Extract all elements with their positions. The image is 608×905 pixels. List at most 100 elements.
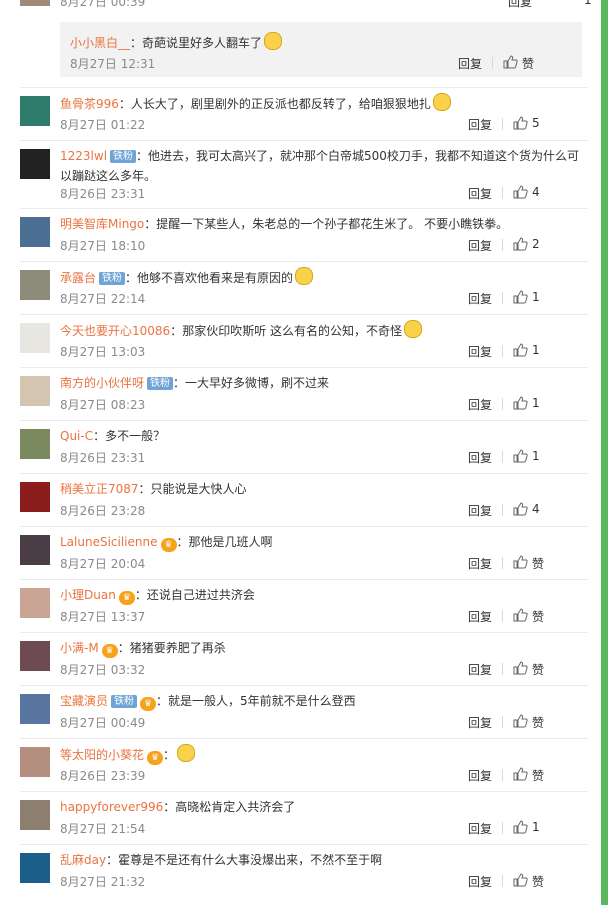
avatar[interactable] — [20, 588, 50, 618]
avatar[interactable] — [20, 747, 50, 777]
reply-button[interactable]: 回复 — [468, 343, 492, 360]
comment-username[interactable]: 承露台 — [60, 271, 96, 285]
reply-button[interactable]: 回复 — [468, 116, 492, 133]
comment-username[interactable]: 小满-M — [60, 641, 99, 655]
avatar[interactable] — [20, 482, 50, 512]
action-divider — [502, 118, 503, 130]
thumbs-up-icon[interactable] — [512, 554, 528, 573]
like-count[interactable]: 1 — [584, 0, 592, 7]
thumbs-up-icon[interactable] — [512, 766, 528, 785]
avatar[interactable] — [20, 641, 50, 671]
comment-text: ：人长大了，剧里剧外的正反派也都反转了，给咱狠狠地扎 — [118, 97, 431, 111]
reply-button[interactable]: 回复 — [468, 608, 492, 625]
vip-badge-icon[interactable]: ♛ — [160, 538, 177, 552]
fan-badge[interactable]: 铁粉 — [99, 272, 126, 285]
reply-button[interactable]: 回复 — [468, 767, 492, 784]
comment-username[interactable]: happyforever996 — [60, 800, 163, 814]
reply-button[interactable]: 回复 — [458, 55, 482, 72]
reply-button[interactable]: 回复 — [468, 185, 492, 202]
reply-button[interactable]: 回复 — [468, 449, 492, 466]
comment-actions: 回复 1 — [468, 290, 578, 308]
comment-username[interactable]: 乱麻day — [60, 853, 106, 867]
reply-button[interactable]: 回复 — [468, 873, 492, 890]
laugh-emoji-icon — [264, 32, 283, 50]
thumbs-up-icon[interactable] — [512, 872, 528, 891]
avatar[interactable] — [20, 149, 50, 179]
avatar[interactable] — [20, 96, 50, 126]
vip-badge-icon[interactable]: ♛ — [147, 751, 164, 765]
avatar[interactable] — [20, 853, 50, 883]
like-count[interactable]: 1 — [532, 343, 540, 357]
comment-username[interactable]: 小理Duan — [60, 588, 116, 602]
avatar[interactable] — [20, 0, 50, 6]
comment-username[interactable]: 等太阳的小葵花 — [60, 748, 144, 762]
thumbs-up-icon[interactable] — [512, 819, 528, 838]
thumbs-up-icon[interactable] — [512, 236, 528, 255]
like-count[interactable]: 赞 — [532, 608, 544, 625]
vip-badge-icon[interactable]: ♛ — [118, 591, 135, 605]
thumbs-up-icon[interactable] — [512, 342, 528, 361]
comment-item: 承露台 铁粉 ：他够不喜欢他看来是有原因的 8月27日 22:14 回复 1 — [20, 261, 588, 315]
thumbs-up-icon[interactable] — [512, 448, 528, 467]
thumbs-up-icon[interactable] — [512, 660, 528, 679]
fan-badge[interactable]: 铁粉 — [111, 695, 138, 708]
like-count[interactable]: 1 — [532, 820, 540, 834]
thumbs-up-icon[interactable] — [512, 395, 528, 414]
avatar[interactable] — [20, 217, 50, 247]
reply-button[interactable]: 回复 — [468, 396, 492, 413]
avatar[interactable] — [20, 323, 50, 353]
comment-username[interactable]: Qui-C — [60, 429, 93, 443]
like-count[interactable]: 2 — [532, 237, 540, 251]
reply-button[interactable]: 回复 — [508, 0, 532, 10]
like-count[interactable]: 赞 — [532, 767, 544, 784]
avatar[interactable] — [20, 800, 50, 830]
comment-username[interactable]: 稍美立正7087 — [60, 482, 139, 496]
comment-username[interactable]: LaluneSicilienne — [60, 535, 158, 549]
comment-text: ：猪猪要养肥了再杀 — [117, 641, 226, 655]
like-count[interactable]: 5 — [532, 116, 540, 130]
reply-button[interactable]: 回复 — [468, 661, 492, 678]
thumbs-up-icon[interactable] — [512, 713, 528, 732]
like-count[interactable]: 赞 — [532, 714, 544, 731]
avatar[interactable] — [20, 694, 50, 724]
reply-username[interactable]: 小小黑白__ — [70, 36, 130, 50]
like-count[interactable]: 赞 — [532, 555, 544, 572]
like-count[interactable]: 赞 — [532, 661, 544, 678]
like-count[interactable]: 1 — [532, 449, 540, 463]
comment-username[interactable]: 今天也要开心10086 — [60, 324, 170, 338]
thumbs-up-icon[interactable] — [502, 54, 518, 73]
avatar[interactable] — [20, 270, 50, 300]
thumbs-up-icon[interactable] — [512, 184, 528, 203]
thumbs-up-icon[interactable] — [512, 289, 528, 308]
vip-badge-icon[interactable]: ♛ — [140, 697, 157, 711]
comment-date: 8月27日 13:03 — [60, 345, 146, 359]
reply-button[interactable]: 回复 — [468, 714, 492, 731]
thumbs-up-icon[interactable] — [512, 501, 528, 520]
comment-username[interactable]: 明美智库Mingo — [60, 217, 144, 231]
like-count[interactable]: 4 — [532, 502, 540, 516]
like-count[interactable]: 赞 — [532, 873, 544, 890]
avatar[interactable] — [20, 429, 50, 459]
fan-badge[interactable]: 铁粉 — [110, 150, 137, 163]
fan-badge[interactable]: 铁粉 — [147, 377, 174, 390]
avatar[interactable] — [20, 376, 50, 406]
comment-date: 8月27日 01:22 — [60, 118, 146, 132]
comment-username[interactable]: 1223lwl — [60, 149, 107, 163]
reply-button[interactable]: 回复 — [468, 502, 492, 519]
thumbs-up-icon[interactable] — [512, 115, 528, 134]
comment-username[interactable]: 南方的小伙伴呀 — [60, 376, 144, 390]
emoji-icon — [177, 744, 196, 762]
reply-button[interactable]: 回复 — [468, 237, 492, 254]
reply-button[interactable]: 回复 — [468, 555, 492, 572]
avatar[interactable] — [20, 535, 50, 565]
thumbs-up-icon[interactable] — [512, 607, 528, 626]
like-count[interactable]: 1 — [532, 290, 540, 304]
reply-button[interactable]: 回复 — [468, 290, 492, 307]
like-count[interactable]: 4 — [532, 185, 540, 199]
vip-badge-icon[interactable]: ♛ — [101, 644, 118, 658]
like-count[interactable]: 1 — [532, 396, 540, 410]
like-label[interactable]: 赞 — [522, 55, 534, 72]
comment-username[interactable]: 宝藏演员 — [60, 694, 108, 708]
comment-username[interactable]: 鱼骨茶996 — [60, 97, 119, 111]
reply-button[interactable]: 回复 — [468, 820, 492, 837]
